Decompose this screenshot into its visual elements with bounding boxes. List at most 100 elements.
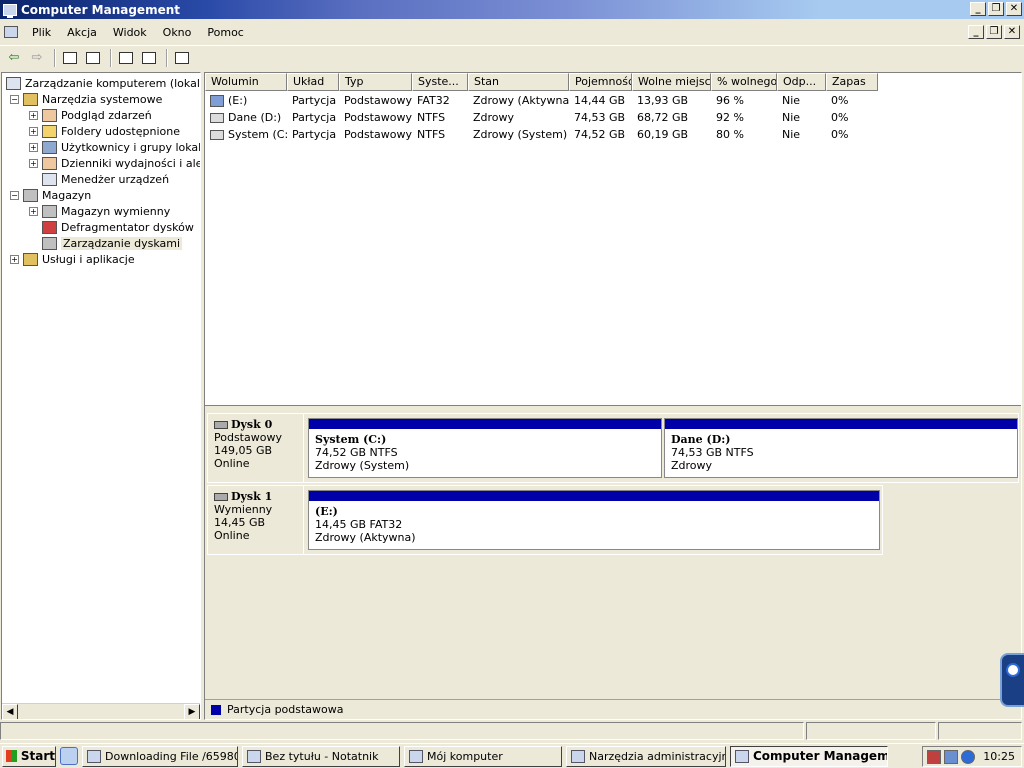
status-pane (0, 722, 804, 740)
console-tree[interactable]: Zarządzanie komputerem (lokalne) − Narzę… (1, 72, 201, 720)
scroll-right-icon[interactable]: ▶ (184, 704, 200, 719)
tree-item-perf-logs[interactable]: + Dzienniki wydajności i alerty (29, 155, 200, 171)
menu-pomoc[interactable]: Pomoc (199, 26, 251, 39)
expand-icon[interactable]: + (29, 110, 38, 120)
column-header-odpornosc[interactable]: Odp... (777, 73, 826, 91)
legend-label: Partycja podstawowa (227, 703, 344, 716)
expand-icon[interactable]: + (10, 254, 19, 264)
toolbar-separator (54, 48, 56, 67)
partition-e[interactable]: (E:) 14,45 GB FAT32 Zdrowy (Aktywna) (308, 490, 880, 550)
start-button[interactable]: Start (2, 745, 56, 767)
column-header-zapas[interactable]: Zapas (826, 73, 878, 91)
taskbar-item-computer-management[interactable]: Computer Manageme... (730, 745, 888, 767)
mdi-minimize-button[interactable]: _ (968, 25, 984, 39)
quick-launch-ie-icon[interactable] (60, 747, 78, 765)
column-header-procent-wolnego[interactable]: % wolnego (711, 73, 777, 91)
shared-folder-icon (42, 124, 57, 138)
teamviewer-side-tab[interactable] (1000, 653, 1024, 707)
table-row[interactable]: (E:) Partycja Podstawowy FAT32 Zdrowy (A… (205, 92, 878, 109)
tree-item-shared-folders[interactable]: + Foldery udostępnione (29, 123, 180, 139)
mdi-close-button[interactable]: ✕ (1004, 25, 1020, 39)
tree-item-event-viewer[interactable]: + Podgląd zdarzeń (29, 107, 152, 123)
table-row[interactable]: System (C:) Partycja Podstawowy NTFS Zdr… (205, 126, 878, 143)
tree-item-root[interactable]: Zarządzanie komputerem (lokalne) (6, 75, 200, 91)
taskbar-item-admin-tools[interactable]: Narzędzia administracyjne (566, 745, 726, 767)
disk-row-0[interactable]: Dysk 0 Podstawowy 149,05 GB Online Syste… (207, 413, 1019, 483)
column-header-wolumin[interactable]: Wolumin (205, 73, 287, 91)
taskbar-item-notepad[interactable]: Bez tytułu - Notatnik (242, 745, 400, 767)
disk-info[interactable]: Dysk 1 Wymienny 14,45 GB Online (208, 486, 304, 554)
column-header-stan[interactable]: Stan (468, 73, 569, 91)
menu-akcja[interactable]: Akcja (59, 26, 105, 39)
restore-button[interactable]: ❐ (988, 2, 1004, 16)
tree-item-services-apps[interactable]: + Usługi i aplikacje (10, 251, 135, 267)
close-button[interactable]: ✕ (1006, 2, 1022, 16)
toolbar-separator (110, 48, 112, 67)
show-hide-tree-icon[interactable] (83, 49, 103, 67)
volume-icon[interactable] (927, 749, 941, 764)
storage-icon (23, 188, 38, 202)
taskbar-item-downloading[interactable]: Downloading File /65980... (82, 745, 238, 767)
disk-icon (214, 420, 228, 429)
tools-icon (23, 92, 38, 106)
expand-icon[interactable]: + (29, 158, 38, 168)
column-header-wolne-miejsce[interactable]: Wolne miejsce (632, 73, 711, 91)
partition-system-c[interactable]: System (C:) 74,52 GB NTFS Zdrowy (System… (308, 418, 662, 478)
menu-widok[interactable]: Widok (105, 26, 155, 39)
computer-management-icon (3, 3, 17, 18)
disk-graphical-view: Dysk 0 Podstawowy 149,05 GB Online Syste… (205, 409, 1021, 699)
table-row[interactable]: Dane (D:) Partycja Podstawowy NTFS Zdrow… (205, 109, 878, 126)
users-icon (42, 140, 57, 154)
volume-list[interactable]: Wolumin Układ Typ Syste... Stan Pojemnoś… (205, 73, 1021, 405)
forward-icon[interactable]: ⇨ (27, 49, 47, 67)
disk-info[interactable]: Dysk 0 Podstawowy 149,05 GB Online (208, 414, 304, 482)
clock[interactable]: 10:25 (983, 750, 1015, 763)
tree-horizontal-scrollbar[interactable]: ◀ ▶ (2, 703, 200, 719)
defragmenter-icon (42, 220, 57, 234)
tree-item-device-manager[interactable]: Menedżer urządzeń (42, 171, 169, 187)
notepad-icon (247, 749, 261, 763)
minimize-button[interactable]: _ (970, 2, 986, 16)
column-header-typ[interactable]: Typ (339, 73, 412, 91)
admin-tools-icon (571, 749, 585, 763)
collapse-icon[interactable]: − (10, 190, 19, 200)
disk-row-1[interactable]: Dysk 1 Wymienny 14,45 GB Online (E:) 14,… (207, 485, 883, 555)
tree-item-storage[interactable]: − Magazyn (10, 187, 91, 203)
expand-icon[interactable]: + (29, 142, 38, 152)
expand-icon[interactable]: + (29, 126, 38, 136)
partition-dane-d[interactable]: Dane (D:) 74,53 GB NTFS Zdrowy (664, 418, 1018, 478)
column-header-uklad[interactable]: Układ (287, 73, 339, 91)
console-tree-icon[interactable] (172, 49, 192, 67)
help-icon[interactable] (116, 49, 136, 67)
my-computer-icon (409, 749, 423, 763)
status-bar (0, 722, 1024, 740)
column-header-pojemnosc[interactable]: Pojemność (569, 73, 632, 91)
tree-item-system-tools[interactable]: − Narzędzia systemowe (10, 91, 162, 107)
properties-icon[interactable] (139, 49, 159, 67)
up-one-level-icon[interactable] (60, 49, 80, 67)
title-bar[interactable]: Computer Management _ ❐ ✕ (0, 0, 1024, 19)
removable-disk-icon (214, 492, 228, 501)
menu-bar: Plik Akcja Widok Okno Pomoc _ ❐ ✕ (0, 22, 1024, 42)
back-icon[interactable]: ⇦ (4, 49, 24, 67)
taskbar-item-my-computer[interactable]: Mój komputer (404, 745, 562, 767)
toolbar-separator (166, 48, 168, 67)
system-tray: 10:25 (922, 746, 1022, 767)
tree-item-defragmenter[interactable]: Defragmentator dysków (42, 219, 194, 235)
menu-plik[interactable]: Plik (24, 26, 59, 39)
network-icon[interactable] (944, 749, 958, 764)
menu-okno[interactable]: Okno (155, 26, 200, 39)
expand-icon[interactable]: + (29, 206, 38, 216)
tree-item-disk-management[interactable]: Zarządzanie dyskami (42, 235, 183, 251)
scroll-left-icon[interactable]: ◀ (2, 704, 18, 719)
collapse-icon[interactable]: − (10, 94, 19, 104)
tree-item-local-users[interactable]: + Użytkownicy i grupy lokalne (29, 139, 200, 155)
mdi-window-icon[interactable] (4, 26, 18, 38)
primary-partition-swatch (211, 704, 221, 715)
mdi-restore-button[interactable]: ❐ (986, 25, 1002, 39)
column-header-system[interactable]: Syste... (412, 73, 468, 91)
taskbar: Start Downloading File /65980... Bez tyt… (0, 743, 1024, 768)
tree-item-removable-storage[interactable]: + Magazyn wymienny (29, 203, 170, 219)
teamviewer-tray-icon[interactable] (961, 749, 975, 764)
volume-list-header: Wolumin Układ Typ Syste... Stan Pojemnoś… (205, 73, 878, 91)
